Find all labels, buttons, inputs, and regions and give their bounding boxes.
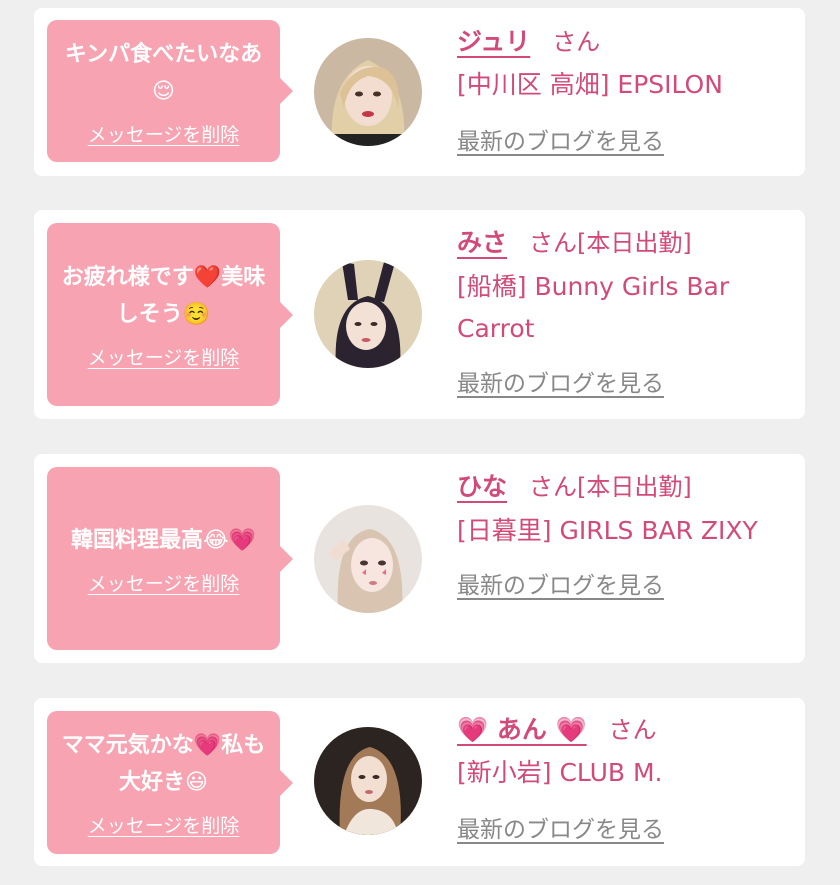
message-text: 韓国料理最高😂💗 [70, 527, 257, 553]
latest-blog-link[interactable]: 最新のブログを見る [457, 364, 664, 398]
message-card: 韓国料理最高😂💗 メッセージを削除 ひな さん[本日出勤] [日暮里] GIRLS… [34, 454, 805, 663]
avatar[interactable] [314, 260, 422, 368]
message-bubble: キンパ食べたいなあ😌 メッセージを削除 [47, 20, 293, 162]
girl-name-link[interactable]: みさ [457, 228, 507, 257]
delete-message-link[interactable]: メッセージを削除 [88, 811, 240, 838]
message-text: お疲れ様です❤️美味しそう☺️ [61, 265, 266, 327]
message-bubble: ママ元気かな💗私も大好き😃 メッセージを削除 [47, 711, 293, 854]
shop-label: [中川区 高畑] EPSILON [457, 70, 723, 99]
honorific: さん [529, 473, 578, 501]
delete-message-link[interactable]: メッセージを削除 [88, 343, 240, 370]
message-text: ママ元気かな💗私も大好き😃 [61, 733, 266, 795]
message-card: ママ元気かな💗私も大好き😃 メッセージを削除 💗 あん 💗 さん [新小岩] CL… [34, 698, 805, 866]
girl-name-link[interactable]: ジュリ [457, 27, 530, 56]
name-line: ジュリ さん [457, 22, 797, 62]
girl-info: ひな さん[本日出勤] [日暮里] GIRLS BAR ZIXY 最新のブログを見… [457, 467, 797, 600]
name-line: 💗 あん 💗 さん [457, 710, 797, 750]
girl-info: みさ さん[本日出勤] [船橋] Bunny Girls Bar Carrot 最… [457, 223, 797, 398]
latest-blog-link[interactable]: 最新のブログを見る [457, 566, 664, 600]
honorific: さん [529, 229, 578, 257]
message-card: キンパ食べたいなあ😌 メッセージを削除 ジュリ さん [中川区 高畑] EPSIL… [34, 8, 805, 176]
avatar[interactable] [314, 505, 422, 613]
shop-label: [日暮里] GIRLS BAR ZIXY [457, 516, 758, 545]
message-bubble: 韓国料理最高😂💗 メッセージを削除 [47, 467, 293, 650]
shop-label: [新小岩] CLUB M. [457, 758, 663, 787]
message-bubble: お疲れ様です❤️美味しそう☺️ メッセージを削除 [47, 223, 293, 406]
honorific: さん [608, 716, 657, 744]
girl-info: 💗 あん 💗 さん [新小岩] CLUB M. 最新のブログを見る [457, 710, 797, 844]
shop-label: [船橋] Bunny Girls Bar Carrot [457, 272, 730, 343]
name-line: ひな さん[本日出勤] [457, 467, 797, 507]
latest-blog-link[interactable]: 最新のブログを見る [457, 810, 664, 844]
avatar[interactable] [314, 727, 422, 835]
work-status: [本日出勤] [577, 229, 692, 257]
girl-info: ジュリ さん [中川区 高畑] EPSILON 最新のブログを見る [457, 22, 797, 156]
name-line: みさ さん[本日出勤] [457, 223, 797, 263]
message-text: キンパ食べたいなあ😌 [64, 41, 263, 104]
honorific: さん [552, 28, 601, 56]
avatar[interactable] [314, 38, 422, 146]
delete-message-link[interactable]: メッセージを削除 [88, 120, 240, 147]
message-card: お疲れ様です❤️美味しそう☺️ メッセージを削除 みさ さん[本日出勤] [船橋]… [34, 210, 805, 419]
girl-name-link[interactable]: ひな [457, 472, 507, 501]
work-status: [本日出勤] [577, 473, 692, 501]
delete-message-link[interactable]: メッセージを削除 [88, 569, 240, 596]
girl-name-link[interactable]: 💗 あん 💗 [457, 715, 587, 744]
latest-blog-link[interactable]: 最新のブログを見る [457, 122, 664, 156]
